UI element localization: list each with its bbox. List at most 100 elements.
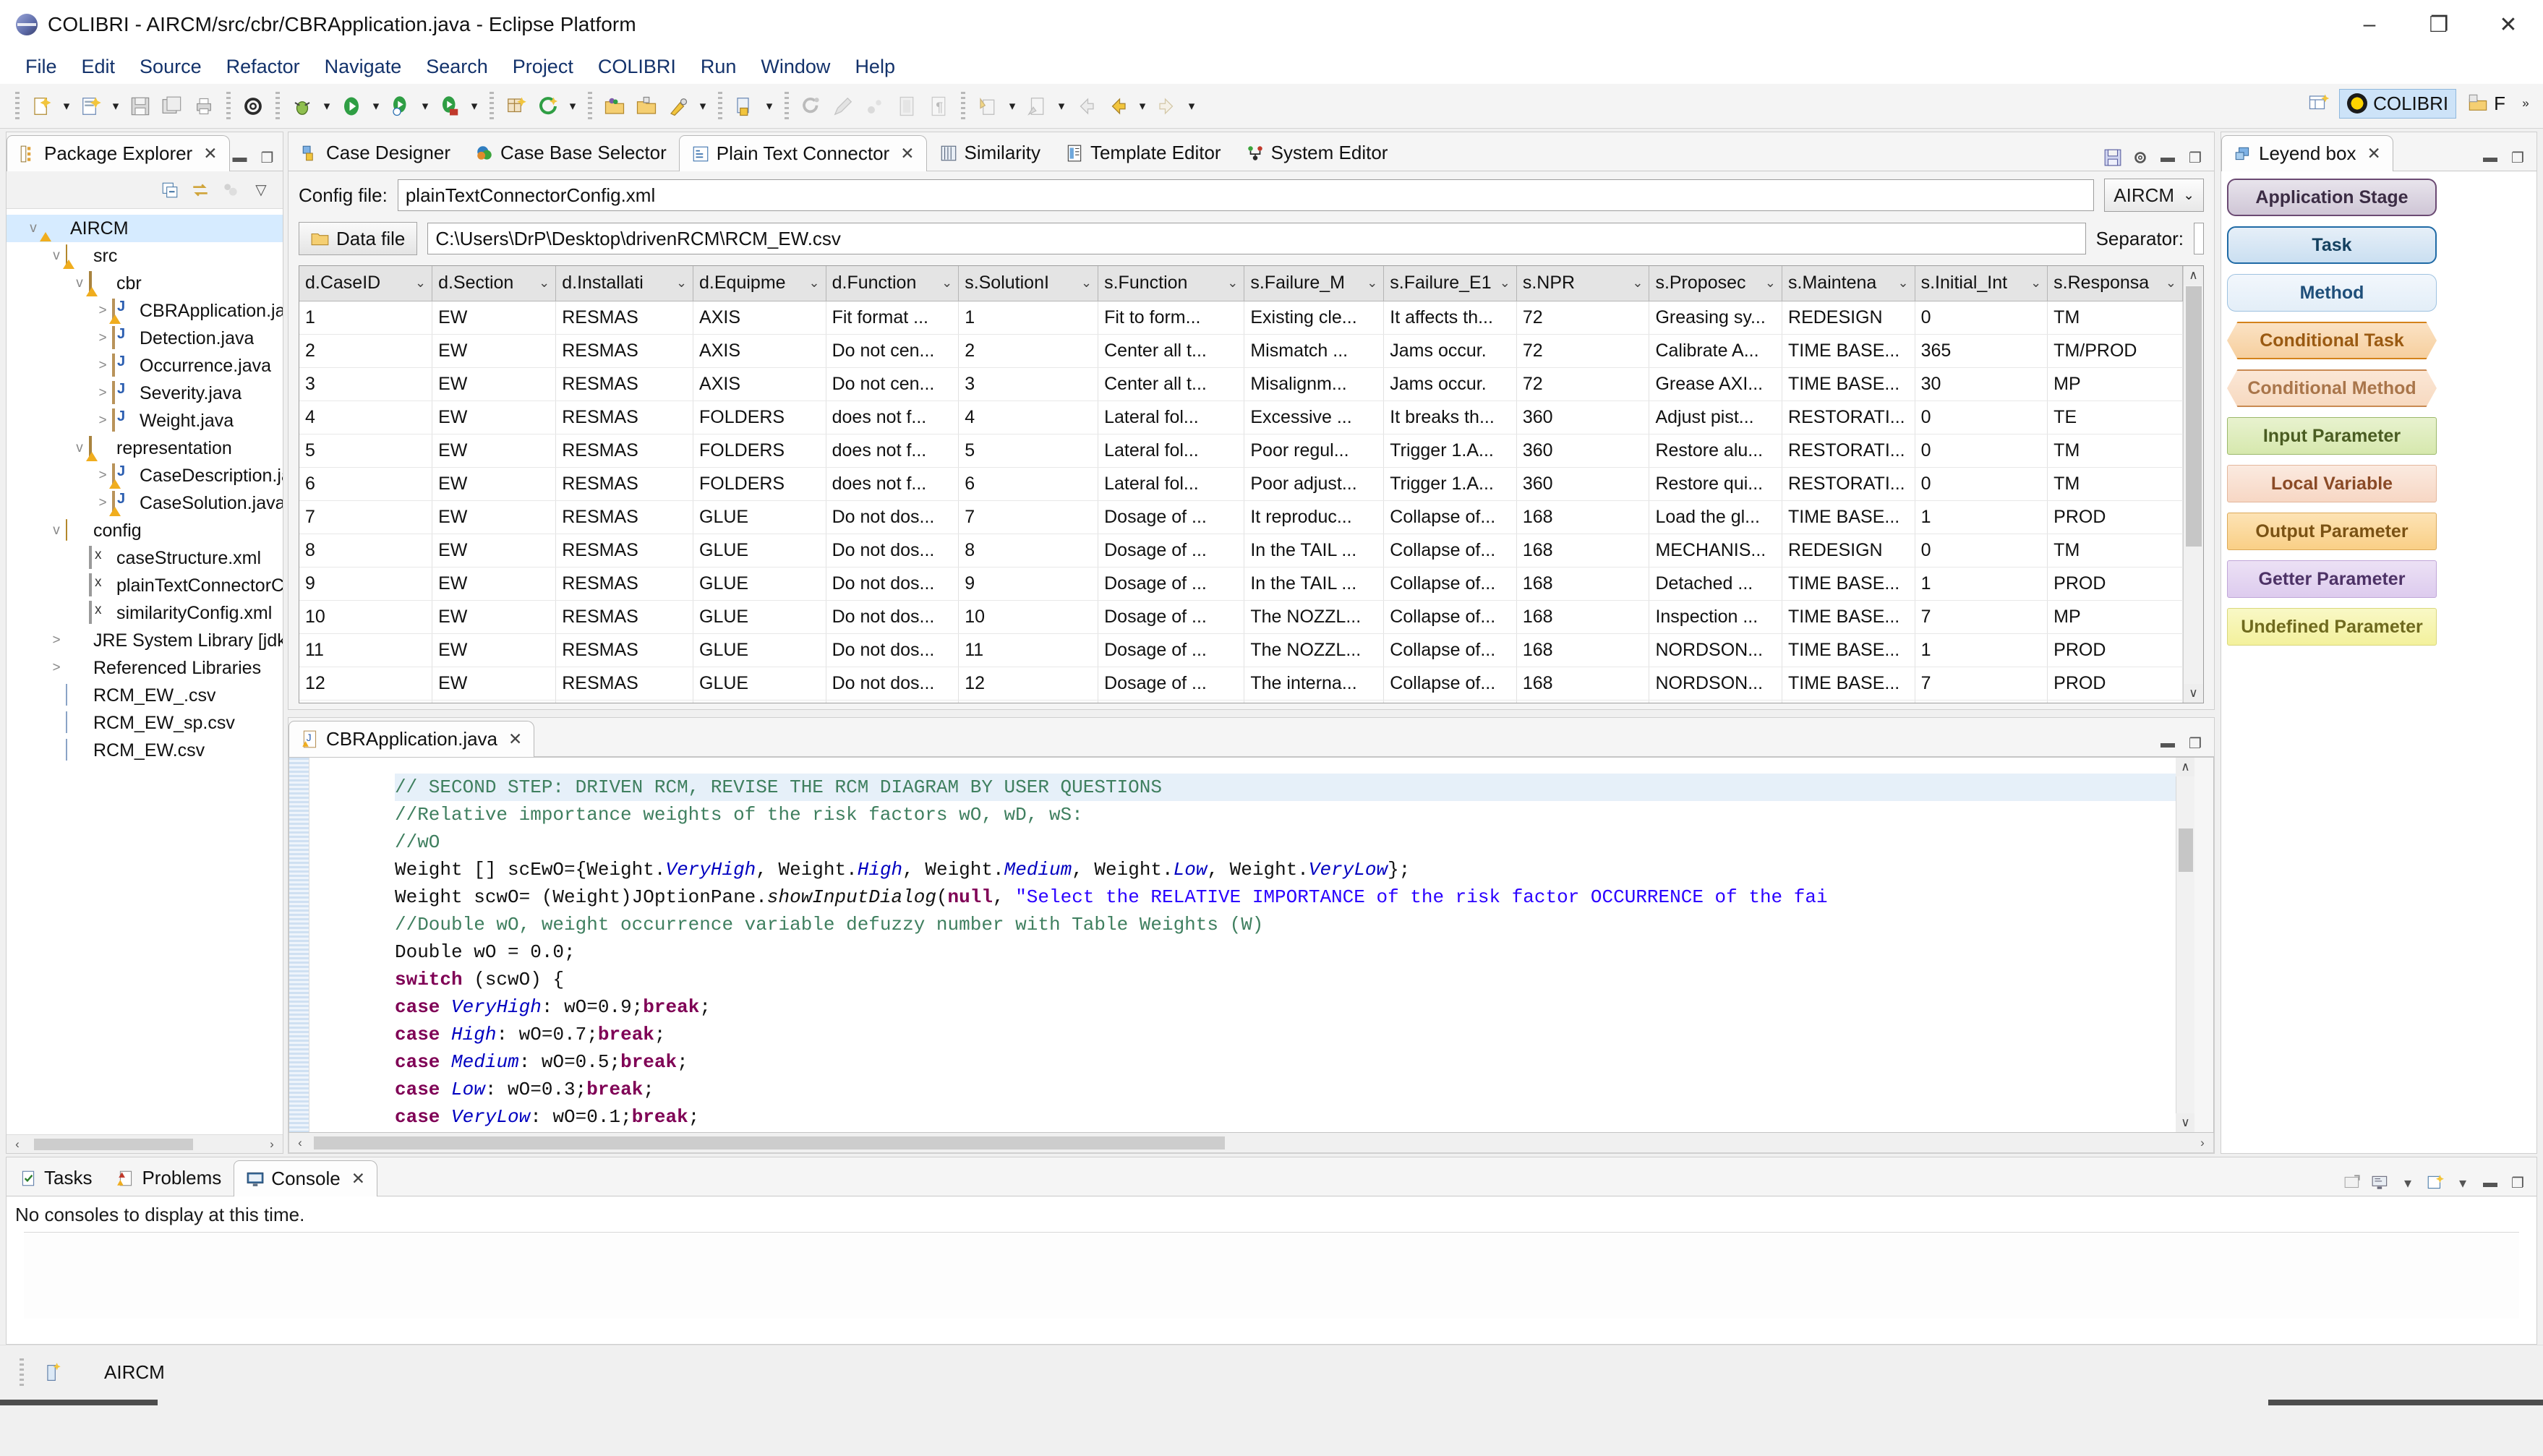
view-menu-filter-icon[interactable]: [221, 180, 241, 200]
table-cell[interactable]: EW: [432, 434, 556, 467]
chevron-down-icon[interactable]: ⌄: [415, 275, 426, 291]
coverage-caret-icon[interactable]: ▾: [466, 90, 483, 123]
close-icon[interactable]: ✕: [351, 1169, 365, 1189]
table-cell[interactable]: 30: [1915, 367, 2048, 401]
table-cell[interactable]: RESMAS: [556, 434, 693, 467]
close-icon[interactable]: ✕: [2367, 144, 2380, 163]
legend-item-conditional-method[interactable]: Conditional Method: [2227, 369, 2437, 407]
table-cell[interactable]: NORDSON...: [1649, 667, 1782, 700]
table-cell[interactable]: Lateral fol...: [1098, 401, 1244, 434]
table-cell[interactable]: Collapse of...: [1384, 567, 1517, 600]
table-cell[interactable]: TIME BASE...: [1782, 567, 1915, 600]
table-cell[interactable]: Collapse of...: [1384, 667, 1517, 700]
table-cell[interactable]: does not f...: [826, 434, 959, 467]
table-cell[interactable]: EW: [432, 567, 556, 600]
table-cell[interactable]: GLUE: [693, 600, 826, 633]
table-cell[interactable]: 10: [299, 600, 432, 633]
debug-icon[interactable]: [286, 90, 318, 123]
table-row[interactable]: 13EWRESMASGLUEDo not dos...13Dosage of .…: [299, 700, 2183, 703]
tree-item-similarityconfig-xml[interactable]: similarityConfig.xml: [7, 599, 283, 627]
table-cell[interactable]: 2: [299, 334, 432, 367]
new-java-class-icon[interactable]: [75, 90, 107, 123]
table-cell[interactable]: 12: [299, 667, 432, 700]
scroll-down-icon[interactable]: ∨: [2184, 684, 2204, 703]
table-cell[interactable]: PROD: [2048, 633, 2183, 667]
table-cell[interactable]: EW: [432, 301, 556, 334]
tab-console[interactable]: Console ✕: [234, 1160, 377, 1196]
toolbar-grip-8[interactable]: [961, 92, 965, 121]
tab-case-designer[interactable]: Case Designer: [289, 134, 463, 171]
twisty-icon[interactable]: >: [47, 660, 66, 676]
table-cell[interactable]: 9: [959, 567, 1098, 600]
legend-item-method[interactable]: Method: [2227, 274, 2437, 312]
close-icon[interactable]: ✕: [508, 729, 522, 749]
table-cell[interactable]: PROD: [2048, 567, 2183, 600]
scroll-thumb[interactable]: [2179, 828, 2193, 872]
table-cell[interactable]: RESMAS: [556, 633, 693, 667]
console-text-region[interactable]: [24, 1232, 2519, 1319]
table-cell[interactable]: Jams occur.: [1384, 367, 1517, 401]
tree-item-cbr[interactable]: v cbr: [7, 270, 283, 297]
table-cell[interactable]: Inspection ...: [1649, 600, 1782, 633]
table-cell[interactable]: RESMAS: [556, 667, 693, 700]
maximize-icon[interactable]: ❐: [2185, 147, 2205, 168]
chevron-down-icon[interactable]: ⌄: [1500, 275, 1510, 291]
chevron-down-icon[interactable]: ▾: [2398, 1173, 2418, 1193]
table-cell[interactable]: RESMAS: [556, 500, 693, 534]
table-cell[interactable]: FOLDERS: [693, 467, 826, 500]
table-cell[interactable]: 9: [299, 567, 432, 600]
table-cell[interactable]: 0: [1915, 434, 2048, 467]
config-file-input[interactable]: plainTextConnectorConfig.xml: [398, 179, 2094, 211]
table-cell[interactable]: Do not cen...: [826, 367, 959, 401]
minimize-icon[interactable]: ▬: [2158, 147, 2178, 168]
new-java-class-caret-icon[interactable]: ▾: [107, 90, 124, 123]
table-cell[interactable]: Jams occur.: [1384, 334, 1517, 367]
table-cell[interactable]: EW: [432, 534, 556, 567]
scroll-thumb[interactable]: [2186, 286, 2202, 547]
build-gear-icon[interactable]: [237, 90, 269, 123]
table-cell[interactable]: Glue is spill...: [1384, 700, 1517, 703]
table-row[interactable]: 11EWRESMASGLUEDo not dos...11Dosage of .…: [299, 633, 2183, 667]
column-header-equipment[interactable]: d.Equipme⌄: [693, 266, 826, 301]
toolbar-grip-5[interactable]: [588, 92, 592, 121]
table-cell[interactable]: EW: [432, 467, 556, 500]
perspective-overflow-icon[interactable]: »: [2517, 87, 2534, 120]
menu-run[interactable]: Run: [688, 53, 749, 81]
coverage-icon[interactable]: [434, 90, 466, 123]
table-cell[interactable]: 1: [299, 301, 432, 334]
table-cell[interactable]: AXIS: [693, 367, 826, 401]
menu-refactor[interactable]: Refactor: [214, 53, 312, 81]
toolbar-grip-4[interactable]: [490, 92, 494, 121]
tree-item-aircm[interactable]: v AIRCM: [7, 215, 283, 242]
close-icon[interactable]: ✕: [900, 144, 914, 163]
table-cell[interactable]: TM: [2048, 467, 2183, 500]
table-cell[interactable]: TIME BASE...: [1782, 334, 1915, 367]
tree-item-cbrapplication-java[interactable]: > CBRApplication.jav: [7, 297, 283, 325]
open-perspective-icon[interactable]: [2303, 87, 2335, 120]
next-annotation-caret-icon[interactable]: ▾: [761, 90, 778, 123]
chevron-down-icon[interactable]: ⌄: [2030, 275, 2041, 291]
table-cell[interactable]: TM: [2048, 534, 2183, 567]
twisty-icon[interactable]: >: [93, 358, 112, 374]
table-cell[interactable]: TE: [2048, 700, 2183, 703]
save-all-icon[interactable]: [156, 90, 188, 123]
tab-package-explorer[interactable]: Package Explorer ✕: [7, 135, 230, 171]
table-cell[interactable]: RESTORATI...: [1782, 401, 1915, 434]
table-cell[interactable]: Greasing sy...: [1649, 301, 1782, 334]
menu-file[interactable]: File: [13, 53, 69, 81]
table-cell[interactable]: 4: [959, 401, 1098, 434]
chevron-down-icon[interactable]: ⌄: [941, 275, 952, 291]
run-history-icon[interactable]: [385, 90, 416, 123]
table-cell[interactable]: Dosage of ...: [1098, 600, 1244, 633]
new-java-package-icon[interactable]: [500, 90, 532, 123]
perspective-other[interactable]: F: [2461, 90, 2513, 118]
git-icon[interactable]: [795, 90, 827, 123]
table-cell[interactable]: TIME BASE...: [1782, 633, 1915, 667]
scroll-right-icon[interactable]: ›: [2192, 1136, 2213, 1150]
scroll-down-icon[interactable]: ∨: [2176, 1113, 2196, 1132]
tab-system-editor[interactable]: System Editor: [1234, 134, 1401, 171]
package-explorer-tree[interactable]: v AIRCM v src v cbr > CBRApplica: [7, 209, 283, 1134]
open-console-icon[interactable]: [2343, 1173, 2363, 1193]
table-cell[interactable]: RESMAS: [556, 367, 693, 401]
table-row[interactable]: 3EWRESMASAXISDo not cen...3Center all t.…: [299, 367, 2183, 401]
